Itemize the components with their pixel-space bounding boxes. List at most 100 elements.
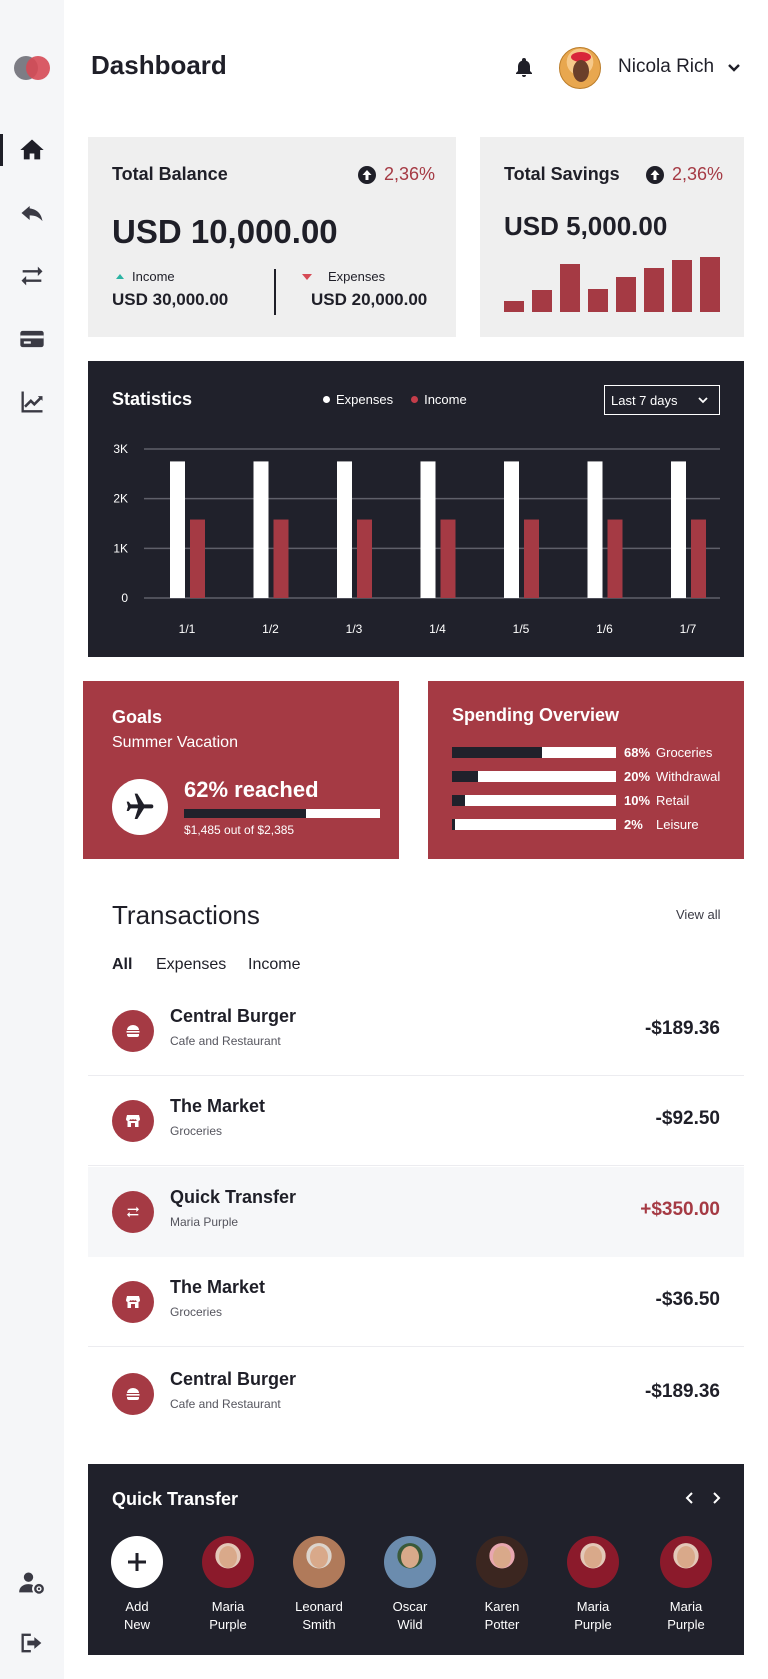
app-logo[interactable] [14,56,50,80]
user-name[interactable]: Nicola Rich [618,56,714,78]
transaction-category: Cafe and Restaurant [170,1397,281,1411]
savings-bar [588,289,608,312]
transaction-row[interactable]: The Market Groceries -$36.50 [88,1257,744,1347]
bar-income [607,519,623,598]
sidebar-item-user-settings[interactable] [0,1561,64,1605]
contact-last-name: Purple [667,1617,705,1632]
sidebar-item-analytics[interactable] [0,380,64,424]
transaction-name: Quick Transfer [170,1187,297,1207]
spending-name: Retail [656,792,690,808]
airplane-icon [126,793,154,819]
spending-bar [452,818,616,830]
sidebar-item-transfer[interactable] [0,254,64,298]
transaction-category: Groceries [170,1305,223,1319]
chevron-right-icon[interactable] [708,1490,724,1506]
transaction-amount: +$350.00 [640,1199,720,1220]
spending-overview-card: Spending Overview 68% Groceries 20% With… [428,681,744,859]
avatar[interactable] [559,47,601,89]
bar-expenses [587,461,603,598]
tab-income[interactable]: Income [248,956,300,974]
transaction-row[interactable]: Central Burger Cafe and Restaurant -$189… [88,1349,744,1439]
quick-transfer-contact[interactable]: Maria Purple [651,1536,721,1634]
store-icon [112,1100,154,1142]
y-tick-label: 1K [113,541,128,555]
goals-progress-bar [184,809,380,818]
bar-expenses [253,461,269,598]
bar-expenses [504,461,519,598]
contact-avatar [384,1536,436,1588]
store-icon [112,1281,154,1323]
savings-bar [672,260,692,312]
balance-change: 2,36% [358,164,435,185]
page-title: Dashboard [91,50,227,80]
balance-amount: USD 10,000.00 [112,213,338,250]
quick-transfer-contact[interactable]: Maria Purple [558,1536,628,1634]
spending-name: Leisure [656,816,699,832]
add-new-contact-button[interactable]: Add New [102,1536,172,1634]
balance-title: Total Balance [112,164,228,184]
transaction-row[interactable]: Quick Transfer Maria Purple +$350.00 [88,1167,744,1257]
chevron-left-icon[interactable] [682,1490,698,1506]
transaction-row[interactable]: The Market Groceries -$92.50 [88,1076,744,1166]
savings-bar [700,257,720,312]
sidebar-item-cards[interactable] [0,317,64,361]
quick-transfer-card: Quick Transfer Add New Maria Purple Leonard… [88,1464,744,1655]
savings-bar [644,268,664,312]
chart-line-icon [21,391,43,413]
bell-icon[interactable] [512,56,536,80]
transaction-name: The Market [170,1277,266,1297]
quick-transfer-contact[interactable]: Leonard Smith [284,1536,354,1634]
spending-row: 10% Retail [452,791,689,809]
contact-first-name: Maria [211,1599,245,1614]
contact-last-name: Smith [302,1617,336,1632]
transaction-row[interactable]: Central Burger Cafe and Restaurant -$189… [88,986,744,1076]
bar-income [190,519,205,598]
x-tick-label: 1/6 [596,622,613,636]
savings-title: Total Savings [504,164,620,184]
savings-bar [560,264,580,312]
goals-title: Goals [112,707,163,727]
tab-expenses[interactable]: Expenses [156,956,226,974]
x-tick-label: 1/3 [346,622,363,636]
transaction-amount: -$189.36 [644,1018,720,1039]
x-tick-label: 1/4 [429,622,446,636]
contact-first-name: Maria [669,1599,703,1614]
quick-transfer-contact[interactable]: Karen Potter [467,1536,537,1634]
transaction-category: Groceries [170,1124,223,1138]
view-all-link[interactable]: View all [676,907,721,922]
spending-pct: 68% [624,744,651,760]
spending-row: 68% Groceries [452,743,712,761]
spending-row: 2% Leisure [452,815,699,833]
y-tick-label: 0 [121,591,128,605]
spending-row: 20% Withdrawal [452,767,720,785]
savings-bar [532,290,552,312]
burger-icon [112,1010,154,1052]
quick-transfer-contact[interactable]: Maria Purple [193,1536,263,1634]
savings-change-value: 2,36% [672,164,724,184]
spending-pct: 20% [624,768,651,784]
sidebar-item-reply[interactable] [0,191,64,235]
bar-income [273,519,289,598]
sidebar-item-home[interactable] [0,128,64,172]
spending-bar [452,794,616,806]
triangle-up-icon [116,274,124,279]
tab-all[interactable]: All [112,956,132,974]
transaction-amount: -$92.50 [655,1108,720,1129]
expenses-amount: USD 20,000.00 [311,290,428,309]
chevron-down-icon[interactable] [726,60,742,76]
x-tick-label: 1/5 [513,622,530,636]
total-savings-card: Total Savings 2,36% USD 5,000.00 [480,137,744,337]
contact-last-name: Wild [397,1617,423,1632]
spending-title: Spending Overview [452,705,620,725]
bar-expenses [671,461,686,598]
user-settings-icon [19,1572,44,1594]
bar-expenses [337,461,352,598]
quick-transfer-contact[interactable]: Oscar Wild [375,1536,445,1634]
contact-last-name: Purple [574,1617,612,1632]
sidebar-item-logout[interactable] [0,1621,64,1665]
contact-first-name: Leonard [295,1599,343,1614]
y-tick-label: 3K [113,442,128,456]
savings-amount: USD 5,000.00 [504,211,668,241]
home-icon [20,139,44,160]
transaction-name: The Market [170,1096,266,1116]
